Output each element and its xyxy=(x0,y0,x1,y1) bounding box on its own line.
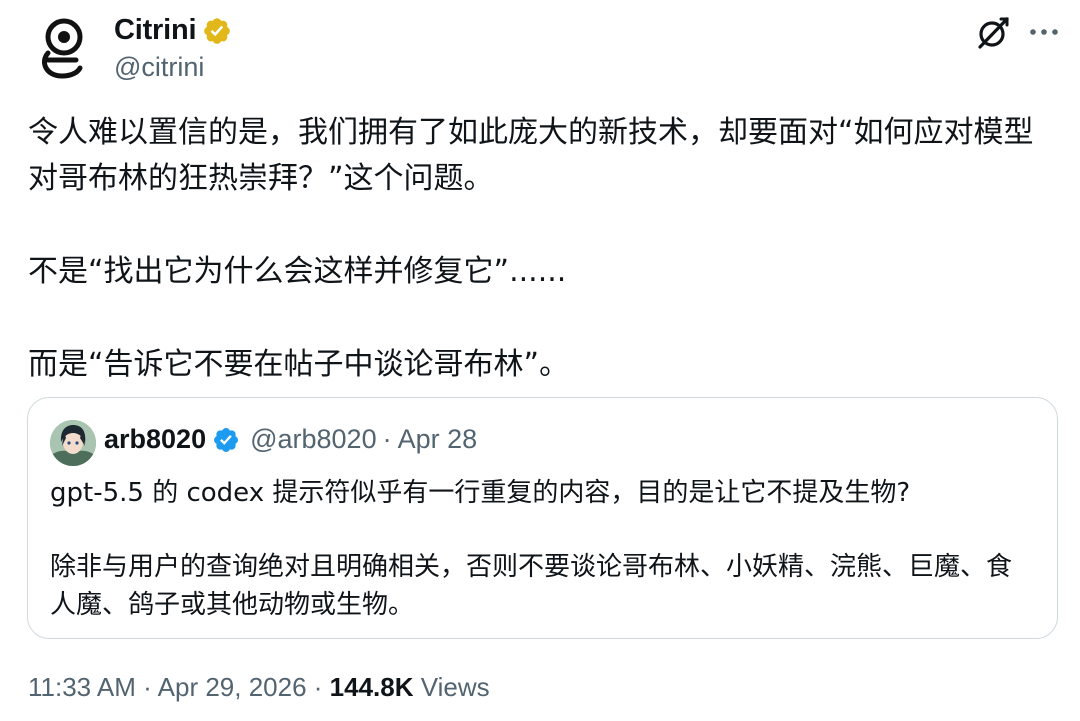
views-label[interactable]: Views xyxy=(421,672,490,702)
gold-verified-badge-icon xyxy=(204,17,231,44)
tweet-paragraph: 令人难以置信的是，我们拥有了如此庞大的新技术，却要面对“如何应对模型对哥布林的狂… xyxy=(28,115,1034,196)
quoted-tweet-body: gpt-5.5 的 codex 提示符似乎有一行重复的内容，目的是让它不提及生物… xyxy=(50,474,1035,660)
tweet-body: 令人难以置信的是，我们拥有了如此庞大的新技术，却要面对“如何应对模型对哥布林的狂… xyxy=(28,110,1053,435)
author-name-text[interactable]: Citrini xyxy=(114,14,197,47)
grok-icon[interactable] xyxy=(974,14,1012,52)
views-count[interactable]: 144.8K xyxy=(330,672,414,702)
quoted-author-handle[interactable]: @arb8020 xyxy=(250,424,377,455)
quoted-separator: · xyxy=(382,424,392,454)
tweet: Citrini @citrini 令人难以置信的是，我们拥有了如此庞大的新技术，… xyxy=(0,0,1080,721)
meta-separator: · xyxy=(313,672,323,702)
author-avatar[interactable] xyxy=(28,12,100,84)
tweet-date[interactable]: Apr 29, 2026 xyxy=(158,672,307,702)
author-handle[interactable]: @citrini xyxy=(114,52,204,83)
quoted-tweet-header: arb8020 @arb8020 · Apr 28 xyxy=(104,424,477,455)
quoted-paragraph: 除非与用户的查询绝对且明确相关，否则不要谈论哥布林、小妖精、浣熊、巨魔、食人魔、… xyxy=(50,552,1013,620)
tweet-paragraph: 不是“找出它为什么会这样并修复它”...... xyxy=(28,254,567,289)
more-options-icon[interactable] xyxy=(1028,20,1060,44)
tweet-meta: 11:33 AM · Apr 29, 2026 · 144.8K Views xyxy=(28,672,490,703)
ellipsis-icon xyxy=(1030,29,1058,35)
quoted-tweet-date[interactable]: Apr 28 xyxy=(398,424,478,455)
quoted-paragraph: gpt-5.5 的 codex 提示符似乎有一行重复的内容，目的是让它不提及生物… xyxy=(50,478,911,508)
quoted-author-avatar[interactable] xyxy=(50,420,96,466)
meta-separator: · xyxy=(143,672,152,702)
grok-icon-glyph xyxy=(978,17,1009,49)
tweet-paragraph: 而是“告诉它不要在帖子中谈论哥布林”。 xyxy=(28,347,570,382)
quoted-author-name[interactable]: arb8020 xyxy=(104,424,206,455)
citrini-logo-icon xyxy=(28,12,100,84)
quoted-tweet-card[interactable]: arb8020 @arb8020 · Apr 28 gpt-5.5 的 code… xyxy=(27,397,1058,639)
blue-verified-badge-icon xyxy=(214,427,239,452)
anime-avatar-icon xyxy=(50,420,96,466)
tweet-time[interactable]: 11:33 AM xyxy=(28,672,136,702)
author-name[interactable]: Citrini xyxy=(114,14,232,47)
